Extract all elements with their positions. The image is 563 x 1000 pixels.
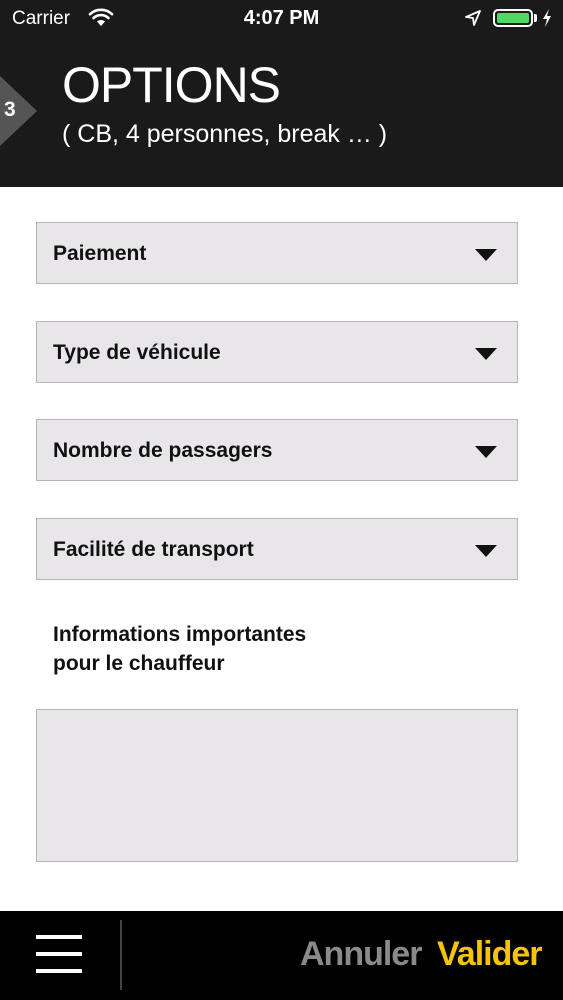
payment-select-label: Paiement [53, 242, 147, 265]
transport-facility-select-label: Facilité de transport [53, 538, 254, 561]
location-arrow-icon [464, 9, 482, 33]
step-number: 3 [4, 98, 16, 121]
step-indicator: 3 [0, 76, 37, 146]
cancel-button[interactable]: Annuler [300, 935, 422, 974]
driver-info-textarea[interactable] [36, 709, 518, 862]
status-bar: Carrier 4:07 PM [0, 0, 563, 38]
driver-info-label-line2: pour le chauffeur [53, 652, 225, 675]
footer-bar: Annuler Valider [0, 911, 563, 1000]
vehicle-type-select[interactable]: Type de véhicule [36, 321, 518, 383]
vehicle-type-select-label: Type de véhicule [53, 341, 221, 364]
passengers-select[interactable]: Nombre de passagers [36, 419, 518, 481]
validate-button[interactable]: Valider [437, 935, 543, 974]
chevron-down-icon [475, 545, 497, 557]
battery-level [497, 13, 529, 23]
footer-divider [120, 920, 122, 990]
page-title: OPTIONS [62, 57, 281, 113]
driver-info-label-line1: Informations importantes [53, 623, 307, 646]
battery-icon [493, 9, 533, 27]
chevron-down-icon [475, 348, 497, 360]
page-subtitle: ( CB, 4 personnes, break … ) [62, 120, 388, 148]
chevron-down-icon [475, 446, 497, 458]
battery-tip [534, 14, 537, 22]
hamburger-menu-icon[interactable] [36, 933, 82, 975]
charging-bolt-icon [541, 8, 553, 34]
chevron-down-icon [475, 249, 497, 261]
payment-select[interactable]: Paiement [36, 222, 518, 284]
transport-facility-select[interactable]: Facilité de transport [36, 518, 518, 580]
header: Carrier 4:07 PM 3 OPTIONS ( CB, 4 person… [0, 0, 563, 187]
driver-info-label: Informations importantes pour le chauffe… [53, 620, 373, 678]
passengers-select-label: Nombre de passagers [53, 439, 273, 462]
